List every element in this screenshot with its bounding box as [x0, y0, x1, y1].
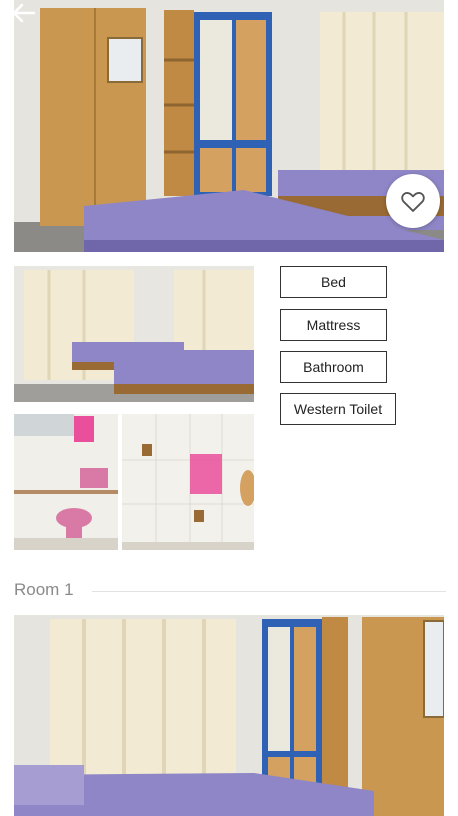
amenity-mattress: Mattress	[280, 309, 387, 341]
section-divider	[92, 591, 446, 592]
heart-outline-icon	[401, 192, 425, 212]
thumbnail-room[interactable]	[14, 266, 254, 402]
amenity-bathroom: Bathroom	[280, 351, 387, 383]
thumbnail-bathroom[interactable]	[122, 414, 254, 550]
amenity-western-toilet: Western Toilet	[280, 393, 396, 425]
arrow-left-icon	[12, 3, 36, 23]
hero-photo[interactable]	[14, 0, 444, 252]
amenity-bed: Bed	[280, 266, 387, 298]
favorite-button[interactable]	[386, 174, 440, 228]
back-button[interactable]	[10, 2, 38, 24]
room-photo[interactable]	[14, 615, 444, 816]
section-title: Room 1	[14, 580, 74, 599]
thumbnail-toilet[interactable]	[14, 414, 118, 550]
